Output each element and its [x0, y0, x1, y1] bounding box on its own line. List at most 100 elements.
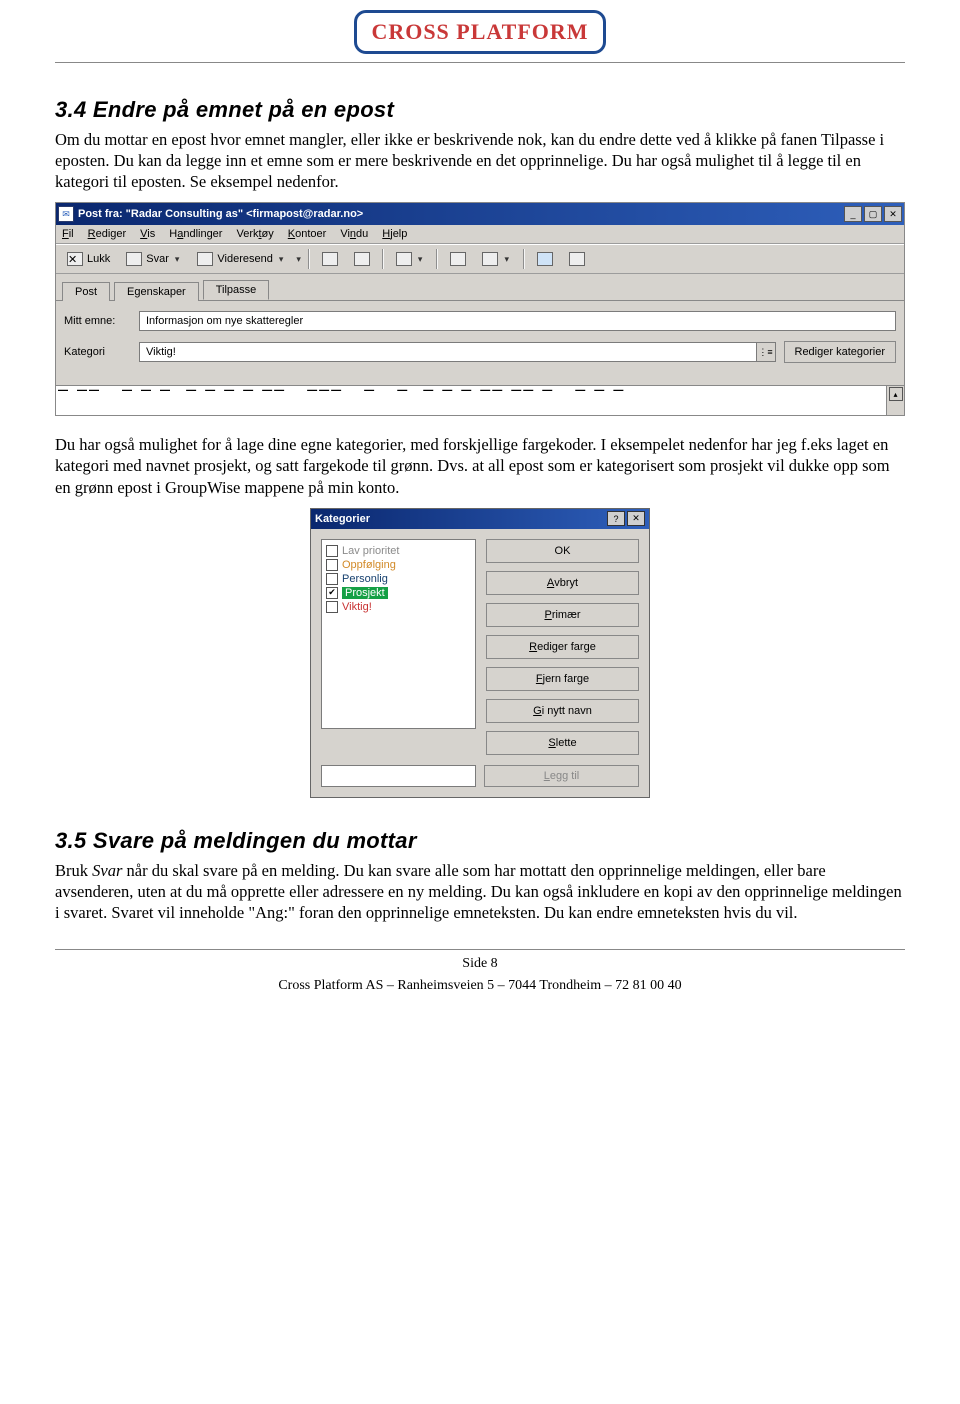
- close-icon: ✕: [67, 252, 83, 266]
- menu-vindu[interactable]: Vindu: [340, 228, 368, 240]
- toolbar-lukk[interactable]: ✕ Lukk: [60, 248, 117, 270]
- help-button[interactable]: ?: [607, 511, 625, 526]
- kategori-input[interactable]: [139, 342, 756, 362]
- menu-kontoer[interactable]: Kontoer: [288, 228, 327, 240]
- toolbar-icon-2[interactable]: [347, 248, 377, 270]
- chevron-down-icon[interactable]: ▾: [277, 254, 286, 265]
- reply-icon: [126, 252, 142, 266]
- toolbar-svar-label: Svar: [146, 253, 169, 265]
- legg-til-button[interactable]: Legg til: [484, 765, 639, 787]
- list-item-label: Viktig!: [342, 601, 372, 613]
- separator: [308, 249, 310, 269]
- kategori-picker-button[interactable]: ⋮≡: [756, 342, 776, 362]
- menu-handlinger[interactable]: Handlinger: [169, 228, 222, 240]
- paragraph-3-4: Om du mottar en epost hvor emnet mangler…: [55, 129, 905, 192]
- envelope-icon: [354, 252, 370, 266]
- list-item-label: Prosjekt: [342, 587, 388, 599]
- minimize-button[interactable]: _: [844, 206, 862, 222]
- checkbox[interactable]: [326, 559, 338, 571]
- menu-vis[interactable]: Vis: [140, 228, 155, 240]
- toolbar-icon-4[interactable]: ▾: [475, 248, 518, 270]
- slette-button[interactable]: Slette: [486, 731, 639, 755]
- email-window: ✉ Post fra: "Radar Consulting as" <firma…: [55, 202, 905, 416]
- avbryt-button[interactable]: Avbryt: [486, 571, 639, 595]
- toolbar-videresend-label: Videresend: [217, 253, 272, 265]
- para-italic: Svar: [92, 861, 122, 880]
- checkbox[interactable]: [326, 545, 338, 557]
- chevron-down-icon[interactable]: ▾: [294, 254, 303, 265]
- torn-edge: – –– – – – – – – – –– ––– – – – – – –– –…: [58, 379, 882, 400]
- toolbar-lukk-label: Lukk: [87, 253, 110, 265]
- category-listbox[interactable]: Lav prioritet Oppfølging Personlig Prosj…: [321, 539, 476, 729]
- toolbar-icon-5[interactable]: [530, 248, 560, 270]
- window-titlebar: ✉ Post fra: "Radar Consulting as" <firma…: [56, 203, 904, 225]
- tab-egenskaper[interactable]: Egenskaper: [114, 282, 199, 301]
- ok-button[interactable]: OK: [486, 539, 639, 563]
- checkbox[interactable]: [326, 573, 338, 585]
- new-category-input[interactable]: [321, 765, 476, 787]
- menu-fil[interactable]: Fil: [62, 228, 74, 240]
- panel2-icon: [569, 252, 585, 266]
- content-area: – –– – – – – – – – –– ––– – – – – – –– –…: [56, 385, 904, 415]
- logo-text: CROSS PLATFORM: [371, 19, 588, 45]
- footer-page-number: Side 8: [55, 949, 905, 972]
- list-item[interactable]: Oppfølging: [326, 558, 471, 572]
- checkbox[interactable]: [326, 587, 338, 599]
- list-item[interactable]: Prosjekt: [326, 586, 471, 600]
- logo: CROSS PLATFORM: [354, 10, 605, 54]
- mitt-emne-input[interactable]: [139, 311, 896, 331]
- para-lead: Bruk: [55, 861, 92, 880]
- tabbar: Post Egenskaper Tilpasse: [56, 274, 904, 301]
- close-button[interactable]: ✕: [627, 511, 645, 526]
- list-item[interactable]: Personlig: [326, 572, 471, 586]
- list-item[interactable]: Viktig!: [326, 600, 471, 614]
- list-item-label: Lav prioritet: [342, 545, 399, 557]
- separator: [436, 249, 438, 269]
- menu-rediger[interactable]: Rediger: [88, 228, 127, 240]
- glasses-icon: [450, 252, 466, 266]
- chevron-down-icon[interactable]: ▾: [502, 254, 511, 265]
- fjern-farge-button[interactable]: Fjern farge: [486, 667, 639, 691]
- para-rest: når du skal svare på en melding. Du kan …: [55, 861, 902, 922]
- gi-nytt-navn-button[interactable]: Gi nytt navn: [486, 699, 639, 723]
- menu-hjelp[interactable]: Hjelp: [382, 228, 407, 240]
- paragraph-3-5: Bruk Svar når du skal svare på en meldin…: [55, 860, 905, 923]
- chevron-down-icon[interactable]: ▾: [416, 254, 425, 265]
- paragraph-categories: Du har også mulighet for å lage dine egn…: [55, 434, 905, 497]
- window-title: Post fra: "Radar Consulting as" <firmapo…: [78, 208, 844, 220]
- app-icon: ✉: [58, 206, 74, 222]
- tab-post[interactable]: Post: [62, 282, 110, 301]
- vertical-scrollbar[interactable]: ▴: [886, 386, 904, 415]
- scroll-up-icon[interactable]: ▴: [889, 387, 903, 401]
- menubar: Fil Rediger Vis Handlinger Verktøy Konto…: [56, 225, 904, 244]
- separator: [382, 249, 384, 269]
- footer-address: Cross Platform AS – Ranheimsveien 5 – 70…: [55, 978, 905, 994]
- rediger-farge-button[interactable]: Rediger farge: [486, 635, 639, 659]
- print-icon: [396, 252, 412, 266]
- separator: [523, 249, 525, 269]
- dialog-title: Kategorier: [315, 513, 605, 525]
- section-heading-3-5: 3.5 Svare på meldingen du mottar: [55, 828, 905, 854]
- checkbox[interactable]: [326, 601, 338, 613]
- rediger-kategorier-button[interactable]: Rediger kategorier: [784, 341, 897, 363]
- header-rule: [55, 62, 905, 63]
- list-item[interactable]: Lav prioritet: [326, 544, 471, 558]
- tab-tilpasse[interactable]: Tilpasse: [203, 280, 270, 300]
- toolbar-icon-6[interactable]: [562, 248, 592, 270]
- forward-icon: [197, 252, 213, 266]
- toolbar-svar[interactable]: Svar ▾: [119, 248, 188, 270]
- toolbar-print[interactable]: ▾: [389, 248, 432, 270]
- page-header: CROSS PLATFORM: [55, 0, 905, 69]
- star-icon: [482, 252, 498, 266]
- primaer-button[interactable]: Primær: [486, 603, 639, 627]
- menu-verktoy[interactable]: Verktøy: [236, 228, 273, 240]
- chevron-down-icon[interactable]: ▾: [173, 254, 182, 265]
- list-item-label: Personlig: [342, 573, 388, 585]
- toolbar-icon-1[interactable]: [315, 248, 345, 270]
- maximize-button[interactable]: ▢: [864, 206, 882, 222]
- toolbar-icon-3[interactable]: [443, 248, 473, 270]
- toolbar-videresend[interactable]: Videresend ▾: [190, 248, 292, 270]
- label-mitt-emne: Mitt emne:: [64, 315, 129, 327]
- tilpasse-form: Mitt emne: Kategori ⋮≡ Rediger kategorie…: [56, 301, 904, 385]
- close-button[interactable]: ✕: [884, 206, 902, 222]
